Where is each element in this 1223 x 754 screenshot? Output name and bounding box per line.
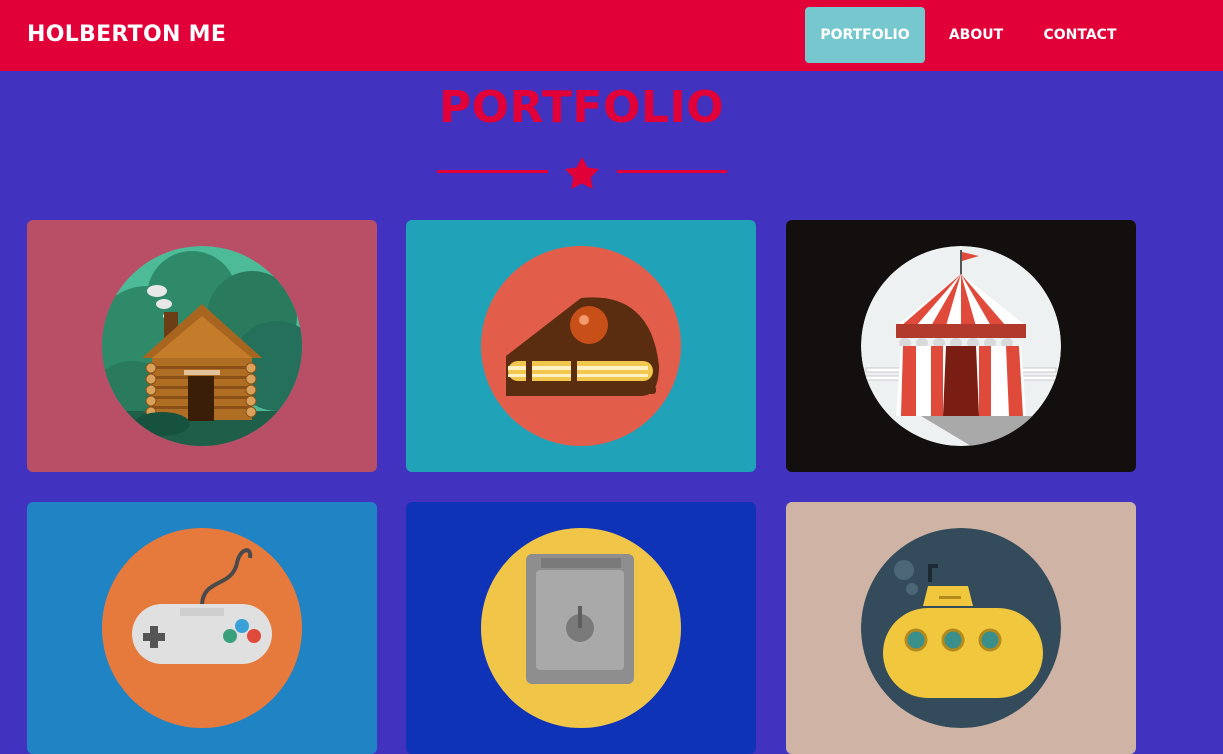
log-cabin-icon [102,246,302,446]
game-controller-icon [102,528,302,728]
safe-icon [481,528,681,728]
top-navbar: HOLBERTON ME PORTFOLIO ABOUT CONTACT [0,0,1223,71]
divider-line-right [617,170,727,173]
nav-about[interactable]: ABOUT [935,7,1017,63]
cake-slice-icon [481,246,681,446]
portfolio-item-safe[interactable] [406,502,756,754]
portfolio-item-cabin[interactable] [27,220,377,472]
divider-line-left [437,170,548,173]
portfolio-item-cake[interactable] [406,220,756,472]
title-divider [437,157,727,189]
page-title: PORTFOLIO [438,82,725,133]
portfolio-item-controller[interactable] [27,502,377,754]
submarine-icon [861,528,1061,728]
portfolio-item-submarine[interactable] [786,502,1136,754]
star-icon [565,157,599,189]
brand-logo[interactable]: HOLBERTON ME [27,22,226,47]
nav-contact[interactable]: CONTACT [1027,7,1133,63]
circus-tent-icon [861,246,1061,446]
portfolio-item-circus[interactable] [786,220,1136,472]
nav-portfolio[interactable]: PORTFOLIO [805,7,925,63]
